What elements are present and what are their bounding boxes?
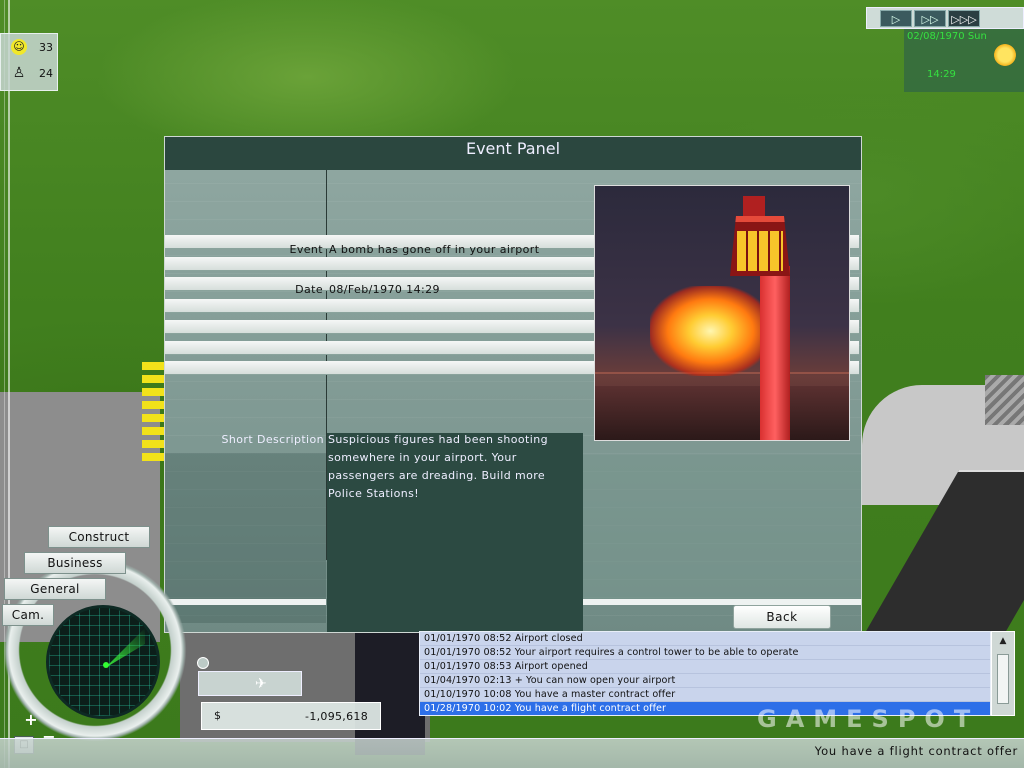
construct-button[interactable]: Construct (48, 526, 150, 548)
explosion (650, 286, 760, 376)
ground (595, 386, 849, 440)
log-scrollbar[interactable]: ▲ (991, 631, 1015, 716)
happiness-stat: ☺ 33 (1, 34, 57, 60)
radar-center-dot (103, 662, 109, 668)
date-value: 08/Feb/1970 14:29 (329, 283, 440, 296)
back-button[interactable]: Back (733, 605, 831, 629)
play-fastest-icon[interactable]: ▷▷▷ (948, 9, 980, 27)
staff-value: 24 (39, 66, 53, 80)
radar-sweep (105, 628, 145, 668)
money-display: $ -1,095,618 (201, 702, 381, 730)
zoom-in-icon[interactable]: + (22, 711, 40, 729)
money-value: -1,095,618 (305, 710, 368, 723)
event-panel: Event Panel Event A bomb has gone off in… (164, 136, 862, 633)
runway-stripes (142, 362, 164, 472)
staff-stat: ♙ 24 (1, 60, 57, 86)
description-label-column (165, 453, 326, 623)
clock-panel: 02/08/1970 Sun 14:29 (904, 29, 1024, 92)
panel-divider (165, 599, 326, 605)
aircraft-slot[interactable]: ✈ (198, 671, 302, 696)
play-fast-icon[interactable]: ▷▷ (914, 9, 946, 27)
building-roof (985, 375, 1024, 425)
slider-knob[interactable] (197, 657, 209, 669)
business-button[interactable]: Business (24, 552, 126, 574)
description-text: Suspicious figures had been shooting som… (328, 433, 548, 500)
log-entry[interactable]: 01/10/1970 10:08 You have a master contr… (420, 688, 990, 702)
radar-minimap[interactable] (46, 605, 160, 719)
event-value: A bomb has gone off in your airport (329, 243, 540, 256)
watermark: GAMESPOT (757, 705, 980, 733)
play-normal-icon[interactable]: ▷ (880, 9, 912, 27)
log-entry[interactable]: 01/01/1970 08:52 Your airport requires a… (420, 646, 990, 660)
control-tower (760, 266, 790, 440)
message-log[interactable]: 01/01/1970 08:52 Airport closed 01/01/19… (419, 631, 991, 716)
tower-windows (737, 231, 783, 271)
scroll-up-icon[interactable]: ▲ (995, 634, 1011, 648)
airplane-icon: ✈ (255, 676, 267, 692)
happiness-value: 33 (39, 40, 53, 54)
date-label: Date (295, 283, 323, 296)
sun-icon (994, 44, 1016, 66)
general-button[interactable]: General (4, 578, 106, 600)
event-label: Event (289, 243, 323, 256)
camera-button[interactable]: Cam. (2, 604, 54, 626)
airport-stats-panel: ☺ 33 ♙ 24 (0, 33, 58, 91)
status-bar: You have a flight contract offer (0, 738, 1024, 768)
event-image (594, 185, 850, 441)
log-entry[interactable]: 01/01/1970 08:53 Airport opened (420, 660, 990, 674)
game-date: 02/08/1970 Sun (907, 31, 987, 42)
panel-title: Event Panel (165, 137, 861, 170)
scroll-thumb[interactable] (997, 654, 1009, 704)
log-entry[interactable]: 01/04/1970 02:13 + You can now open your… (420, 674, 990, 688)
smiley-icon: ☺ (11, 39, 27, 55)
panel-lower-right (583, 455, 861, 603)
currency-symbol: $ (214, 709, 221, 722)
game-speed-controls: ▷ ▷▷ ▷▷▷ (866, 7, 1024, 29)
game-time: 14:29 (927, 69, 956, 80)
staff-icon: ♙ (12, 65, 26, 81)
status-message: You have a flight contract offer (814, 744, 1018, 758)
description-label: Short Description (221, 433, 324, 446)
log-entry[interactable]: 01/01/1970 08:52 Airport closed (420, 632, 990, 646)
